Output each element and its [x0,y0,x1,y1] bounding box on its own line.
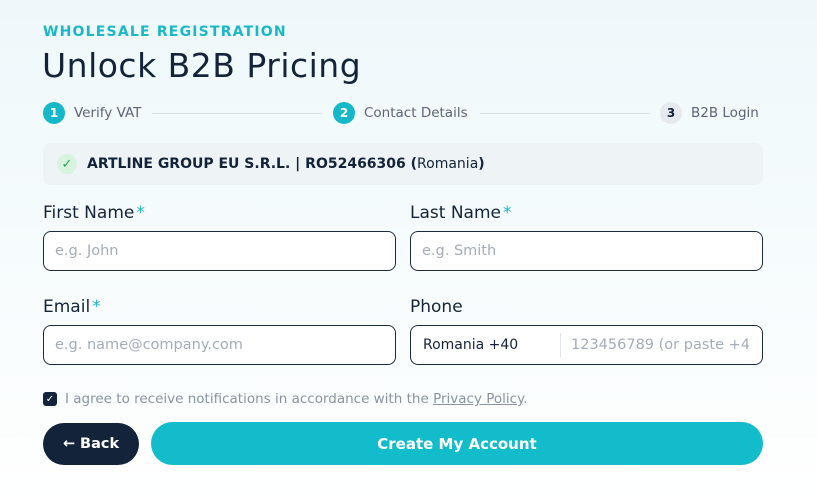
step-number: 1 [43,102,65,124]
last-name-label: Last Name * [410,203,512,223]
consent-text: I agree to receive notifications in acco… [65,391,528,407]
step-number: 2 [333,102,355,124]
step-verify-vat: 1 Verify VAT [43,102,141,124]
required-marker: * [502,203,512,223]
required-marker: * [92,297,101,317]
company-suffix: ) [478,156,485,172]
email-input[interactable] [43,325,396,365]
company-verified-banner: ✓ ARTLINE GROUP EU S.R.L. | RO52466306 (… [43,143,763,185]
last-name-input[interactable] [410,231,763,271]
email-label: Email * [43,297,101,317]
consent-checkbox[interactable]: ✓ [43,392,57,406]
company-prefix: ARTLINE GROUP EU S.R.L. | RO52466306 ( [87,156,418,172]
eyebrow-label: WHOLESALE REGISTRATION [43,24,287,40]
back-button[interactable]: ← Back [43,423,139,465]
required-marker: * [136,203,145,223]
company-info: ARTLINE GROUP EU S.R.L. | RO52466306 (Ro… [87,156,485,172]
phone-country-select[interactable]: Romania +40 [411,333,561,357]
phone-number-input[interactable] [561,326,762,364]
company-country: Romania [417,156,479,172]
phone-label: Phone [410,297,463,317]
page-title: Unlock B2B Pricing [42,46,362,85]
first-name-input[interactable] [43,231,396,271]
privacy-policy-link[interactable]: Privacy Policy [433,391,523,407]
step-number: 3 [660,102,682,124]
create-account-button[interactable]: Create My Account [151,422,763,465]
first-name-label: First Name * [43,203,145,223]
phone-field: Romania +40 [410,325,763,365]
step-contact-details: 2 Contact Details [333,102,468,124]
step-label: Verify VAT [74,105,142,121]
step-connector [480,113,650,114]
step-b2b-login: 3 B2B Login [660,102,759,124]
step-label: B2B Login [691,105,759,121]
step-connector [152,113,322,114]
check-icon: ✓ [57,154,77,174]
step-label: Contact Details [364,105,468,121]
consent-row: ✓ I agree to receive notifications in ac… [43,391,527,407]
